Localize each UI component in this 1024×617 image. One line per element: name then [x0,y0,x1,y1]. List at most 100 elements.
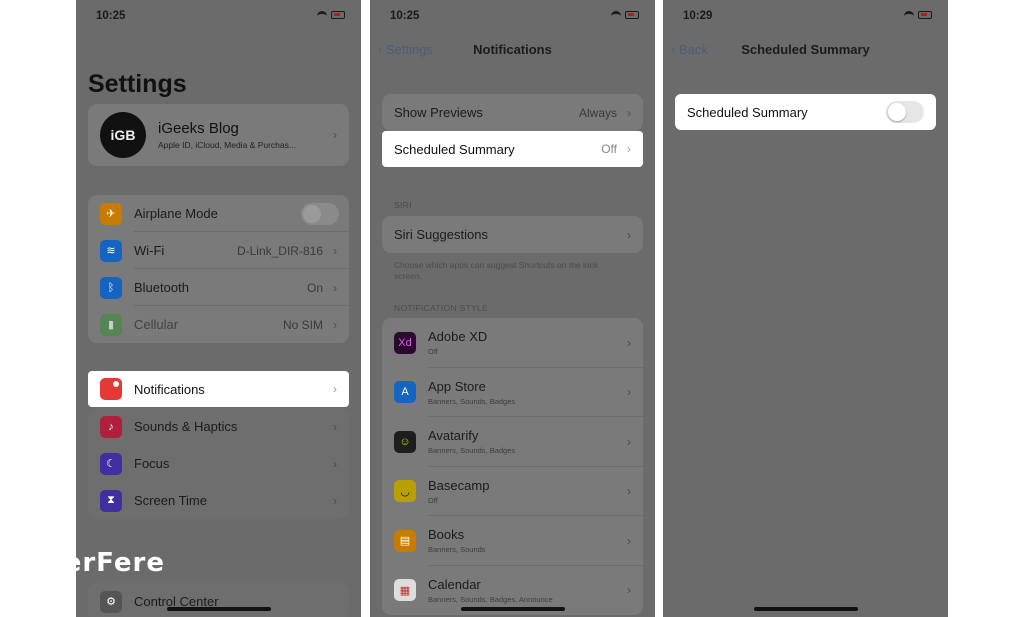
row-label: Airplane Mode [134,206,218,221]
chevron-right-icon: › [627,227,631,242]
chevron-right-icon: › [627,484,631,499]
speaker-icon: ♪ [100,415,122,438]
back-button[interactable]: ‹ Settings [378,42,433,57]
chevron-right-icon: › [627,335,631,350]
airplane-mode-row[interactable]: ✈ Airplane Mode [88,195,349,232]
row-label: Sounds & Haptics [134,419,238,434]
chevron-right-icon: › [333,128,337,142]
app-row-adobe-xd[interactable]: Xd Adobe XD Off › [382,318,643,368]
wifi-status-icon [904,11,914,19]
app-sub: Off [428,495,438,505]
row-label: Show Previews [394,105,483,120]
chevron-right-icon: › [627,105,631,120]
books-icon: ▤ [394,529,416,552]
app-sub: Banners, Sounds, Badges [428,396,516,406]
chevron-left-icon: ‹ [671,42,679,57]
chevron-right-icon: › [333,456,337,471]
hourglass-icon: ⧗ [100,489,122,512]
chevron-right-icon: › [627,533,631,548]
row-value: No SIM [282,317,323,332]
scheduled-summary-toggle[interactable] [886,101,924,123]
wifi-status-icon [611,11,621,19]
notifications-row[interactable]: Notifications › [88,371,349,407]
calendar-icon: ▦ [394,579,416,602]
chevron-right-icon: › [333,493,337,508]
status-bar: 10:25 [370,10,655,26]
previews-group: Show Previews Always › [382,94,643,131]
avatar: iGB [100,112,146,158]
scheduled-summary-row[interactable]: Scheduled Summary Off › [382,131,643,167]
app-sub: Banners, Sounds [428,545,486,555]
app-store-icon: A [394,381,416,404]
app-row-app-store[interactable]: A App Store Banners, Sounds, Badges › [382,368,643,418]
airplane-icon: ✈ [100,202,122,225]
wifi-status-icon [317,11,327,19]
app-sub: Banners, Sounds, Badges [428,446,516,456]
row-label: Cellular [134,317,179,332]
scheduled-summary-screen: 10:29 Scheduled Summary ‹ Back Scheduled… [663,0,948,617]
page-title: Settings [88,70,187,98]
status-time: 10:25 [390,10,420,22]
adobe-xd-icon: Xd [394,331,416,354]
app-sub: Banners, Sounds, Badges, Announce [428,594,553,604]
siri-group: Siri Suggestions › [382,216,643,253]
app-row-basecamp[interactable]: ◡ Basecamp Off › [382,467,643,517]
row-label: Notifications [134,381,205,397]
chevron-right-icon: › [333,382,337,396]
notification-style-header: NOTIFICATION STYLE [394,303,489,313]
siri-suggestions-row[interactable]: Siri Suggestions › [382,216,643,253]
apple-id-profile-row[interactable]: iGB iGeeks Blog Apple ID, iCloud, Media … [88,104,349,166]
focus-row[interactable]: ☾ Focus › [88,445,349,482]
scheduled-summary-toggle-row[interactable]: Scheduled Summary [675,94,936,130]
airplane-mode-toggle[interactable] [301,202,339,225]
home-indicator [753,607,858,611]
status-bar: 10:25 [76,10,361,26]
app-name: Books [428,527,465,543]
row-label: Wi-Fi [134,243,165,258]
back-button[interactable]: ‹ Back [671,42,708,57]
apps-group: Xd Adobe XD Off › A App Store Banners, Sou… [382,318,643,615]
row-value: Off [601,142,617,156]
cellular-icon: ▮ [100,313,122,336]
app-name: App Store [428,378,486,394]
screen-time-row[interactable]: ⧗ Screen Time › [88,482,349,519]
app-name: Basecamp [428,477,490,493]
back-label: Settings [385,42,433,57]
sounds-haptics-row[interactable]: ♪ Sounds & Haptics › [88,408,349,445]
row-label: Screen Time [134,493,207,508]
chevron-right-icon: › [627,583,631,598]
basecamp-icon: ◡ [394,480,416,503]
chevron-left-icon: ‹ [378,42,386,57]
app-row-avatarify[interactable]: ☺ Avatarify Banners, Sounds, Badges › [382,417,643,467]
row-label: Siri Suggestions [394,227,488,242]
wifi-icon: ≋ [100,239,122,262]
app-sub: Off [428,347,438,357]
toggle-knob [888,103,906,121]
show-previews-row[interactable]: Show Previews Always › [382,94,643,131]
bluetooth-icon: ᛒ [100,276,122,299]
cellular-row[interactable]: ▮ Cellular No SIM › [88,306,349,343]
connectivity-group: ✈ Airplane Mode ≋ Wi-Fi D-Link_DIR-816 ›… [88,195,349,343]
siri-section-header: SIRI [394,200,412,210]
app-row-books[interactable]: ▤ Books Banners, Sounds › [382,516,643,566]
wifi-row[interactable]: ≋ Wi-Fi D-Link_DIR-816 › [88,232,349,269]
chevron-right-icon: › [627,142,631,156]
chevron-right-icon: › [627,385,631,400]
row-value: Always [578,105,617,120]
toggles-icon: ⚙ [100,590,122,613]
bluetooth-row[interactable]: ᛒ Bluetooth On › [88,269,349,306]
notifications-icon [100,378,122,400]
app-name: Avatarify [428,428,479,444]
row-label: Bluetooth [134,280,189,295]
app-name: Calendar [428,576,481,592]
app-name: Adobe XD [428,329,488,345]
avatarify-icon: ☺ [394,430,416,453]
status-time: 10:29 [683,10,713,22]
siri-note: Choose which apps can suggest Shortcuts … [394,260,599,281]
row-label: Scheduled Summary [687,104,808,120]
status-time: 10:25 [96,10,126,22]
nav-bar: Notifications ‹ Settings [370,42,655,60]
row-value: D-Link_DIR-816 [236,243,323,258]
control-center-row[interactable]: ⚙ Control Center [88,583,349,617]
profile-name: iGeeks Blog [158,120,239,137]
